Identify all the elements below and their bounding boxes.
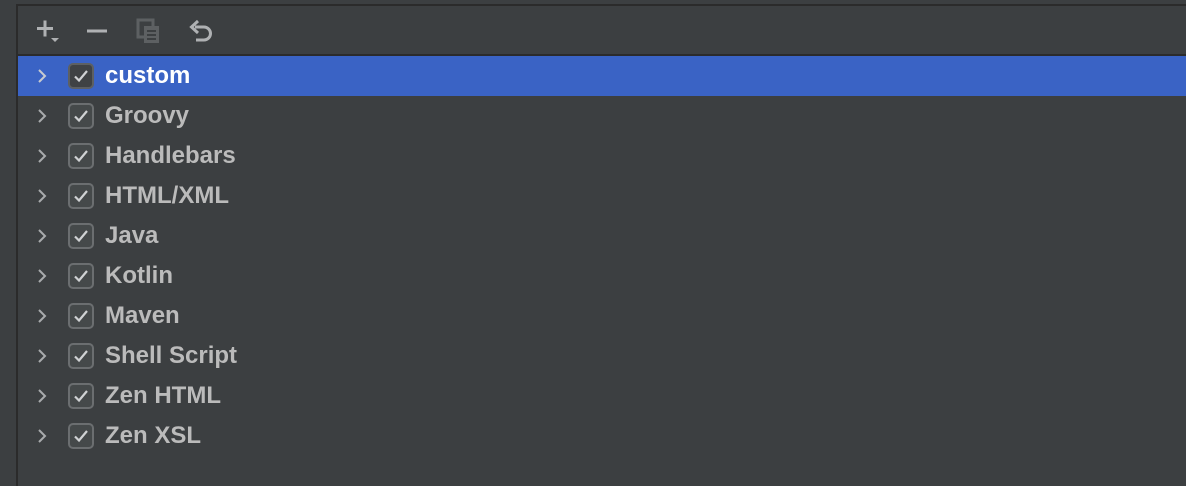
tree-row-label: custom [105,62,191,89]
chevron-right-icon[interactable] [32,306,52,326]
checkmark-icon [74,310,88,323]
remove-icon [87,29,107,33]
checkmark-icon [74,150,88,163]
add-button[interactable] [30,14,64,48]
tree-row[interactable]: Groovy [18,96,1186,136]
chevron-right-icon[interactable] [32,66,52,86]
tree-row[interactable]: Maven [18,296,1186,336]
copy-icon [136,18,159,43]
chevron-right-icon[interactable] [32,426,52,446]
checkmark-icon [74,390,88,403]
add-icon [37,20,59,42]
tree-row[interactable]: Kotlin [18,256,1186,296]
tree-row[interactable]: HTML/XML [18,176,1186,216]
tree-row-label: Zen HTML [105,382,221,409]
chevron-right-icon[interactable] [32,146,52,166]
checkmark-icon [74,230,88,243]
chevron-right-icon[interactable] [32,106,52,126]
group-checkbox[interactable] [68,343,94,369]
group-checkbox[interactable] [68,183,94,209]
tree-row[interactable]: Shell Script [18,336,1186,376]
tree-row-label: Java [105,222,159,249]
tree-row[interactable]: custom [18,56,1186,96]
group-checkbox[interactable] [68,383,94,409]
tree-row[interactable]: Zen XSL [18,416,1186,456]
checkmark-icon [74,430,88,443]
tree-row-label: Kotlin [105,262,173,289]
tree-row[interactable]: Java [18,216,1186,256]
chevron-right-icon[interactable] [32,266,52,286]
group-checkbox[interactable] [68,223,94,249]
tree-row[interactable]: Handlebars [18,136,1186,176]
template-groups-tree[interactable]: custom Groovy Handlebars HTML/XML Java Kotlin… [18,56,1186,456]
chevron-right-icon[interactable] [32,386,52,406]
tree-row[interactable]: Zen HTML [18,376,1186,416]
checkmark-icon [74,110,88,123]
checkmark-icon [74,270,88,283]
chevron-right-icon[interactable] [32,186,52,206]
checkmark-icon [74,350,88,363]
group-checkbox[interactable] [68,423,94,449]
tree-row-label: Handlebars [105,142,236,169]
chevron-right-icon[interactable] [32,346,52,366]
tree-row-label: Shell Script [105,342,238,369]
templates-tree-panel: custom Groovy Handlebars HTML/XML Java Kotlin… [16,4,1186,486]
group-checkbox[interactable] [68,303,94,329]
copy-button[interactable] [132,14,166,48]
undo-button[interactable] [184,14,218,48]
chevron-right-icon[interactable] [32,226,52,246]
tree-row-label: Maven [105,302,180,329]
group-checkbox[interactable] [68,263,94,289]
tree-row-label: Groovy [105,102,190,129]
group-checkbox[interactable] [68,63,94,89]
undo-icon [189,19,212,42]
remove-button[interactable] [80,14,114,48]
checkmark-icon [74,70,88,83]
checkmark-icon [74,190,88,203]
group-checkbox[interactable] [68,103,94,129]
group-checkbox[interactable] [68,143,94,169]
tree-toolbar [18,6,1186,56]
tree-row-label: Zen XSL [105,422,202,449]
tree-row-label: HTML/XML [105,182,229,209]
live-templates-panel-frame: custom Groovy Handlebars HTML/XML Java Kotlin… [0,0,1186,486]
